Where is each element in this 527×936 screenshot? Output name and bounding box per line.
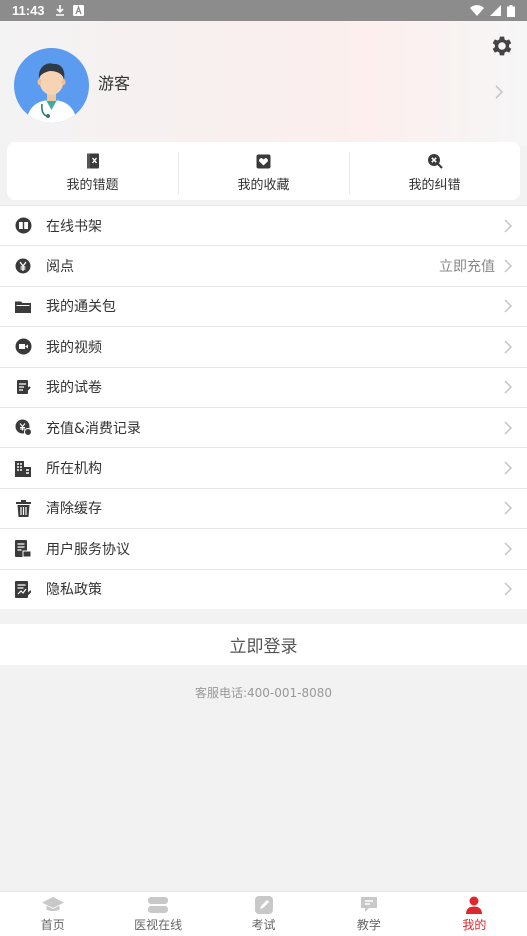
username: 游客 bbox=[98, 74, 131, 93]
menu-item-recharge-records[interactable]: 充值&消费记录 bbox=[0, 406, 527, 447]
menu-item-label: 隐私政策 bbox=[46, 582, 102, 599]
heart-icon bbox=[256, 154, 271, 168]
gear-icon[interactable] bbox=[489, 33, 515, 59]
recharge-icon bbox=[15, 419, 32, 437]
quick-favorites[interactable]: 我的收藏 bbox=[178, 142, 349, 200]
tab-medical-video[interactable]: 医视在线 bbox=[105, 892, 210, 936]
chevron-right-icon bbox=[504, 259, 513, 273]
user-icon bbox=[466, 896, 483, 914]
status-time: 11:43 bbox=[12, 3, 45, 18]
status-bar: 11:43 bbox=[0, 0, 527, 21]
profile-header[interactable]: 游客 bbox=[0, 21, 527, 146]
battery-icon bbox=[507, 4, 515, 17]
login-button[interactable]: 立即登录 bbox=[0, 624, 527, 665]
quick-actions: 我的错题 我的收藏 我的纠错 bbox=[7, 142, 520, 200]
menu-item-points[interactable]: 阅点 立即充值 bbox=[0, 245, 527, 285]
menu-item-label: 我的试卷 bbox=[46, 380, 102, 397]
bottom-tab-bar: 首页 医视在线 考试 教学 我的 bbox=[0, 891, 527, 936]
service-phone: 客服电话:400-001-8080 bbox=[194, 686, 333, 700]
wifi-icon bbox=[470, 5, 484, 16]
pen-icon bbox=[254, 896, 273, 914]
notebook-x-icon bbox=[86, 153, 99, 169]
menu-item-label: 阅点 bbox=[46, 259, 74, 276]
menu-list: 在线书架 阅点 立即充值 我的通关包 我的视频 我的试卷 充值&消费记录 所在机… bbox=[0, 205, 527, 609]
quick-wrong-questions[interactable]: 我的错题 bbox=[7, 142, 178, 200]
menu-item-pass-package[interactable]: 我的通关包 bbox=[0, 285, 527, 326]
recharge-link[interactable]: 立即充值 bbox=[439, 256, 495, 276]
yen-coin-icon bbox=[15, 258, 31, 274]
building-icon bbox=[15, 460, 31, 477]
tab-exam-label: 考试 bbox=[251, 918, 276, 932]
search-x-icon bbox=[427, 154, 443, 169]
menu-item-user-agreement[interactable]: 用户服务协议 bbox=[0, 528, 527, 568]
tab-mine-label: 我的 bbox=[462, 918, 487, 932]
chevron-right-icon bbox=[504, 542, 513, 556]
menu-item-exam-papers[interactable]: 我的试卷 bbox=[0, 366, 527, 407]
tab-exam[interactable]: 考试 bbox=[211, 892, 316, 936]
book-icon bbox=[15, 217, 31, 234]
menu-item-privacy-policy[interactable]: 隐私政策 bbox=[0, 568, 527, 609]
menu-item-label: 清除缓存 bbox=[46, 501, 102, 518]
quick-wrong-questions-label: 我的错题 bbox=[66, 178, 119, 193]
doctor-avatar-icon bbox=[26, 63, 77, 123]
quick-corrections[interactable]: 我的纠错 bbox=[349, 142, 520, 200]
tab-medical-video-label: 医视在线 bbox=[134, 918, 183, 932]
quick-favorites-label: 我的收藏 bbox=[237, 177, 290, 193]
chevron-right-icon bbox=[504, 380, 513, 394]
avatar[interactable] bbox=[14, 48, 89, 123]
chevron-right-icon bbox=[504, 582, 513, 596]
board-icon bbox=[360, 897, 377, 912]
chevron-right-icon bbox=[504, 461, 513, 475]
policy-icon bbox=[15, 580, 31, 598]
download-icon bbox=[55, 4, 64, 16]
tab-teaching-label: 教学 bbox=[356, 918, 381, 932]
video-icon bbox=[15, 338, 31, 355]
folder-icon bbox=[15, 301, 31, 313]
chevron-right-icon bbox=[504, 340, 513, 354]
chevron-right-icon bbox=[504, 421, 513, 435]
text-a-icon bbox=[72, 5, 84, 16]
exam-paper-icon bbox=[16, 380, 31, 395]
signal-icon bbox=[490, 5, 501, 16]
agreement-icon bbox=[15, 540, 31, 558]
graduation-cap-icon bbox=[41, 897, 64, 911]
menu-item-label: 充值&消费记录 bbox=[46, 420, 141, 437]
chevron-right-icon bbox=[504, 299, 513, 313]
chevron-right-icon bbox=[504, 501, 513, 515]
layers-icon bbox=[148, 897, 169, 913]
menu-item-bookshelf[interactable]: 在线书架 bbox=[0, 205, 527, 245]
menu-item-clear-cache[interactable]: 清除缓存 bbox=[0, 487, 527, 528]
menu-item-videos[interactable]: 我的视频 bbox=[0, 326, 527, 366]
chevron-right-icon bbox=[495, 85, 504, 99]
chevron-right-icon bbox=[504, 219, 513, 233]
tab-mine[interactable]: 我的 bbox=[422, 892, 527, 936]
menu-item-institution[interactable]: 所在机构 bbox=[0, 447, 527, 487]
menu-item-label: 所在机构 bbox=[46, 461, 102, 478]
trash-icon bbox=[15, 499, 31, 517]
menu-item-label: 我的视频 bbox=[46, 339, 102, 356]
tab-home[interactable]: 首页 bbox=[0, 892, 105, 936]
quick-corrections-label: 我的纠错 bbox=[408, 178, 461, 193]
tab-teaching[interactable]: 教学 bbox=[316, 892, 421, 936]
menu-item-label: 在线书架 bbox=[46, 218, 102, 235]
tab-home-label: 首页 bbox=[40, 918, 65, 932]
menu-item-label: 用户服务协议 bbox=[46, 541, 130, 558]
menu-item-label: 我的通关包 bbox=[46, 299, 116, 316]
